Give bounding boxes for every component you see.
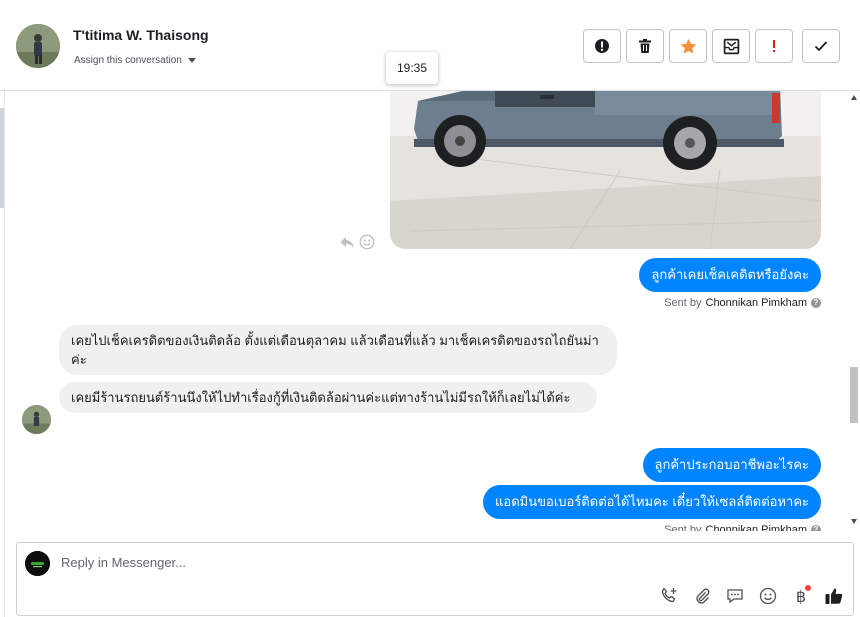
sent-by-label: Sent by Chonnikan Pimkham ? xyxy=(664,297,821,309)
outgoing-message[interactable]: ลูกค้าประกอบอาชีพอะไรคะ xyxy=(642,448,821,482)
help-icon[interactable]: ? xyxy=(811,525,821,531)
scroll-up-arrow-icon[interactable] xyxy=(851,95,857,100)
notification-dot xyxy=(805,585,811,591)
assign-conversation-dropdown[interactable]: Assign this conversation xyxy=(74,55,196,66)
scroll-down-arrow-icon[interactable] xyxy=(851,519,857,524)
archive-mail-icon xyxy=(723,38,739,54)
sent-by-label: Sent by Chonnikan Pimkham ? xyxy=(664,524,821,531)
delete-button[interactable] xyxy=(626,29,664,63)
attachment-icon[interactable] xyxy=(691,585,713,607)
outgoing-message[interactable]: แอดมินขอเบอร์ติดต่อได้ไหมคะ เดี๋ยวให้เซล… xyxy=(483,485,821,519)
alert-circle-icon xyxy=(595,39,609,53)
sent-by-name[interactable]: Chonnikan Pimkham xyxy=(706,524,808,531)
composer-actions: ฿ xyxy=(658,585,845,607)
contact-avatar[interactable] xyxy=(16,24,60,68)
thumbs-up-icon[interactable] xyxy=(823,585,845,607)
reply-input[interactable] xyxy=(61,555,761,570)
mark-done-button[interactable] xyxy=(802,29,840,63)
archive-button[interactable] xyxy=(712,29,750,63)
sent-by-prefix: Sent by xyxy=(664,524,702,531)
sent-by-name[interactable]: Chonnikan Pimkham xyxy=(706,297,808,309)
emoji-icon[interactable] xyxy=(757,585,779,607)
left-rail-thumb[interactable] xyxy=(0,108,4,208)
check-icon xyxy=(814,41,828,52)
sent-by-prefix: Sent by xyxy=(664,297,702,309)
caret-down-icon xyxy=(187,58,196,63)
contact-avatar-small[interactable] xyxy=(22,405,51,434)
mark-spam-button[interactable] xyxy=(583,29,621,63)
mark-important-button[interactable] xyxy=(755,29,793,63)
conversation-toolbar xyxy=(583,29,840,63)
page-avatar xyxy=(25,551,50,576)
contact-name[interactable]: T'titima W. Thaisong xyxy=(73,27,209,43)
react-emoji-icon[interactable] xyxy=(359,234,375,250)
outgoing-message[interactable]: ลูกค้าเคยเช็คเคดิตหรือยังคะ xyxy=(639,258,821,292)
incoming-message[interactable]: เคยไปเช็คเครดิตของเงินติดล้อ ตั้งแต่เดือ… xyxy=(59,325,617,375)
saved-reply-icon[interactable] xyxy=(724,585,746,607)
scrollbar-thumb[interactable] xyxy=(850,367,858,423)
exclamation-icon xyxy=(773,40,775,52)
message-scrollbar[interactable] xyxy=(848,91,860,531)
reply-icon[interactable] xyxy=(339,234,355,250)
message-actions xyxy=(339,234,375,250)
message-list: ลูกค้าเคยเช็คเคดิตหรือยังคะ Sent by Chon… xyxy=(5,91,848,531)
trash-icon xyxy=(639,39,651,53)
star-button[interactable] xyxy=(669,29,707,63)
incoming-message[interactable]: เคยมีร้านรถยนต์ร้านนึงให้ไปทำเรื่องกู้ที… xyxy=(59,382,597,413)
timestamp-tooltip: 19:35 xyxy=(386,52,438,84)
assign-label: Assign this conversation xyxy=(74,55,182,66)
baht-payment-icon[interactable]: ฿ xyxy=(790,585,812,607)
star-icon xyxy=(680,38,696,54)
reply-composer: ฿ xyxy=(16,542,854,616)
attachment-photo-pickup-truck[interactable] xyxy=(390,91,821,249)
help-icon[interactable]: ? xyxy=(811,298,821,308)
add-call-icon[interactable] xyxy=(658,585,680,607)
